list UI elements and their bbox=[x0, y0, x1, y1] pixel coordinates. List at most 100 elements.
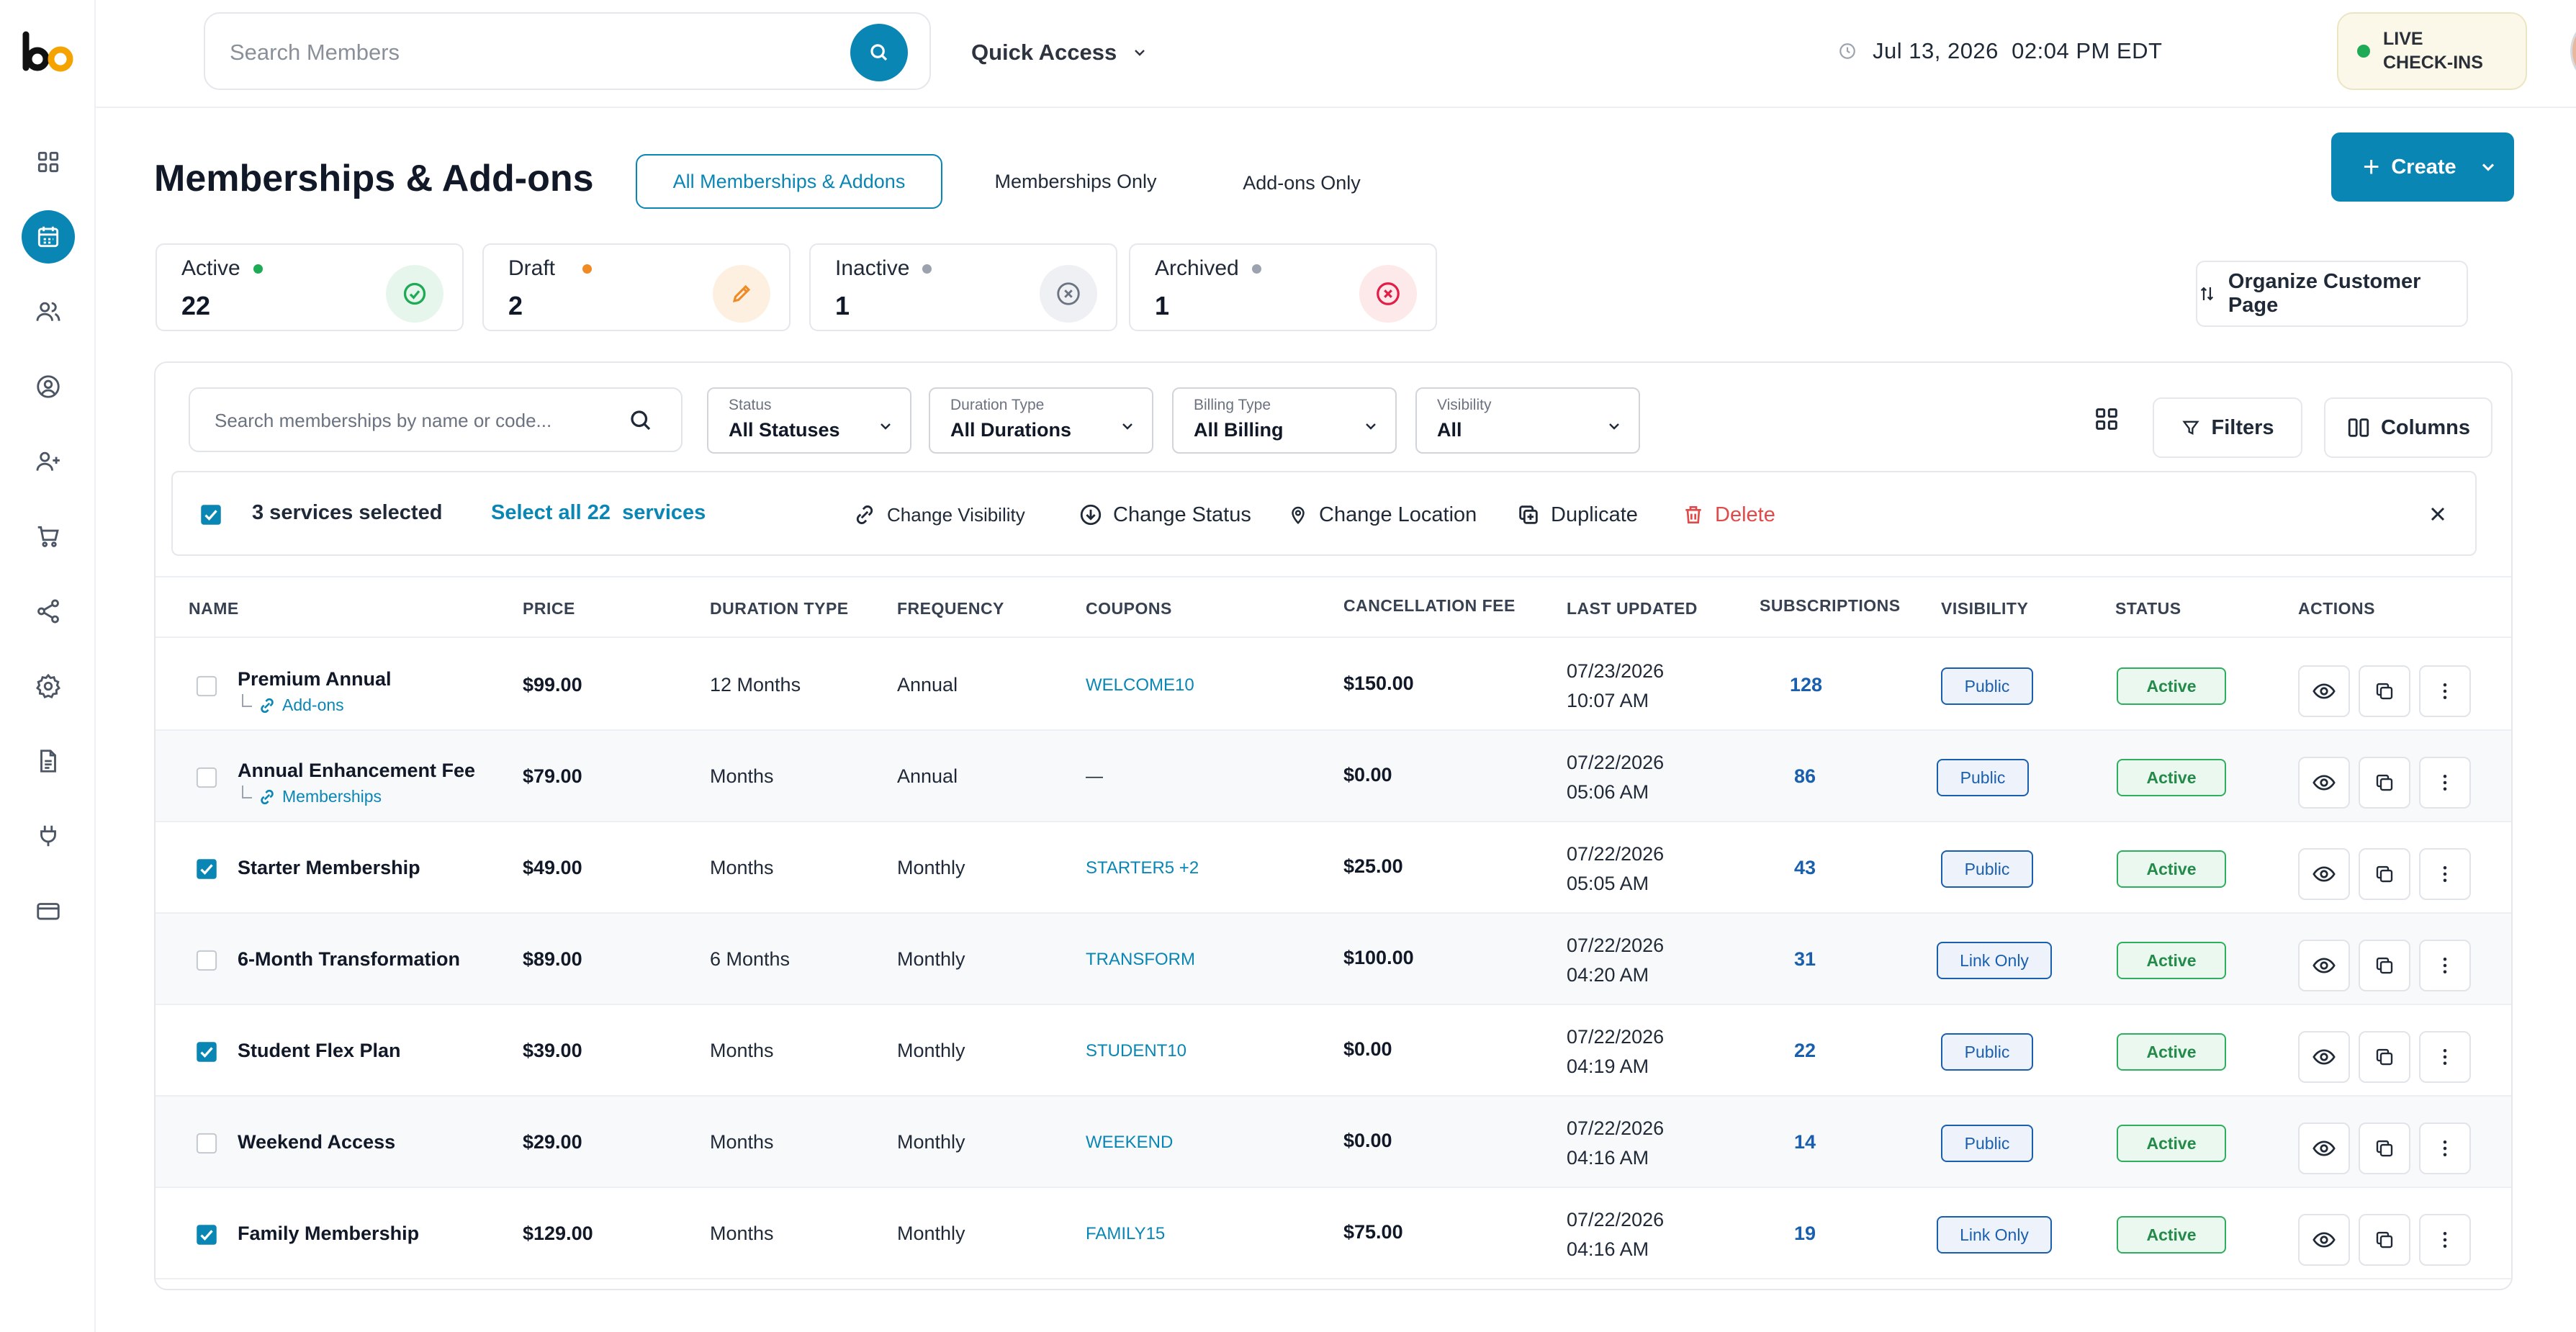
more-options-button[interactable] bbox=[2419, 848, 2471, 900]
copy-button[interactable] bbox=[2359, 1214, 2410, 1266]
change-location-button[interactable]: Change Location bbox=[1287, 497, 1477, 533]
document-icon[interactable] bbox=[22, 734, 75, 788]
table-row[interactable]: Student Flex Plan $39.00 Months Monthly STUD… bbox=[156, 1005, 2511, 1097]
parent-link[interactable]: Add-ons bbox=[242, 693, 344, 715]
delete-button[interactable]: Delete bbox=[1682, 497, 1775, 533]
row-checkbox[interactable] bbox=[196, 675, 217, 697]
status-badge[interactable]: Active bbox=[2117, 942, 2226, 979]
more-options-button[interactable] bbox=[2419, 1214, 2471, 1266]
user-circle-icon[interactable] bbox=[22, 360, 75, 413]
quick-access-dropdown[interactable]: Quick Access bbox=[971, 35, 1148, 71]
status-filter-select[interactable]: Status All Statuses bbox=[707, 387, 911, 454]
columns-button[interactable]: Columns bbox=[2324, 397, 2492, 458]
stat-card-inactive[interactable]: Inactive 1 bbox=[809, 243, 1117, 331]
row-checkbox[interactable] bbox=[196, 950, 217, 971]
table-row[interactable]: Premium Annual Add-ons $99.00 12 Months Annu… bbox=[156, 639, 2511, 731]
coupon-link[interactable]: TRANSFORM bbox=[1086, 950, 1195, 970]
copy-button[interactable] bbox=[2359, 940, 2410, 991]
service-name[interactable]: Family Membership bbox=[238, 1223, 419, 1245]
service-name[interactable]: Premium Annual bbox=[238, 668, 392, 690]
row-checkbox[interactable] bbox=[196, 1041, 217, 1063]
subscriptions-count[interactable]: 19 bbox=[1794, 1223, 1816, 1245]
parent-link[interactable]: Memberships bbox=[242, 785, 382, 806]
column-header-cancellation-fee[interactable]: CANCELLATION FEE bbox=[1343, 596, 1516, 616]
live-checkins-button[interactable]: LIVE CHECK-INS bbox=[2337, 12, 2527, 90]
tab-memberships-only[interactable]: Memberships Only bbox=[969, 154, 1182, 209]
subscriptions-count[interactable]: 31 bbox=[1794, 948, 1816, 971]
more-options-button[interactable] bbox=[2419, 665, 2471, 717]
grid-view-icon[interactable] bbox=[2092, 405, 2121, 433]
visibility-badge[interactable]: Public bbox=[1937, 759, 2029, 796]
chevron-down-icon[interactable] bbox=[2478, 157, 2498, 177]
subscriptions-count[interactable]: 43 bbox=[1794, 857, 1816, 879]
status-badge[interactable]: Active bbox=[2117, 1125, 2226, 1162]
subscriptions-count[interactable]: 14 bbox=[1794, 1131, 1816, 1153]
column-header-visibility[interactable]: VISIBILITY bbox=[1941, 599, 2028, 618]
view-button[interactable] bbox=[2298, 1122, 2350, 1174]
calendar-icon[interactable] bbox=[22, 210, 75, 264]
filters-button[interactable]: Filters bbox=[2153, 397, 2302, 458]
row-checkbox[interactable] bbox=[196, 1133, 217, 1154]
member-search-input[interactable] bbox=[230, 35, 806, 70]
change-visibility-button[interactable]: Change Visibility bbox=[852, 497, 1025, 533]
copy-button[interactable] bbox=[2359, 1031, 2410, 1083]
dashboard-icon[interactable] bbox=[22, 135, 75, 189]
row-checkbox[interactable] bbox=[196, 1224, 217, 1246]
visibility-filter-select[interactable]: Visibility All bbox=[1415, 387, 1640, 454]
column-header-subscriptions[interactable]: SUBSCRIPTIONS bbox=[1760, 596, 1901, 616]
view-button[interactable] bbox=[2298, 757, 2350, 809]
users-icon[interactable] bbox=[22, 285, 75, 338]
select-all-link[interactable]: Select all 22 services bbox=[491, 501, 706, 525]
status-badge[interactable]: Active bbox=[2117, 850, 2226, 888]
table-row[interactable]: 6-Month Transformation $89.00 6 Months Mont… bbox=[156, 914, 2511, 1005]
service-name[interactable]: Annual Enhancement Fee bbox=[238, 760, 475, 782]
column-header-price[interactable]: PRICE bbox=[523, 599, 575, 618]
more-options-button[interactable] bbox=[2419, 1122, 2471, 1174]
plug-icon[interactable] bbox=[22, 809, 75, 863]
visibility-badge[interactable]: Public bbox=[1941, 850, 2033, 888]
more-options-button[interactable] bbox=[2419, 757, 2471, 809]
service-name[interactable]: Student Flex Plan bbox=[238, 1040, 401, 1062]
copy-button[interactable] bbox=[2359, 665, 2410, 717]
visibility-badge[interactable]: Link Only bbox=[1937, 942, 2052, 979]
copy-button[interactable] bbox=[2359, 757, 2410, 809]
duplicate-button[interactable]: Duplicate bbox=[1516, 497, 1638, 533]
change-status-button[interactable]: Change Status bbox=[1078, 497, 1251, 533]
more-options-button[interactable] bbox=[2419, 1031, 2471, 1083]
subscriptions-count[interactable]: 128 bbox=[1790, 674, 1822, 696]
table-row[interactable]: Starter Membership $49.00 Months Monthly STA… bbox=[156, 822, 2511, 914]
duration-filter-select[interactable]: Duration Type All Durations bbox=[929, 387, 1153, 454]
cart-icon[interactable] bbox=[22, 510, 75, 563]
search-icon[interactable] bbox=[628, 408, 654, 433]
coupon-link[interactable]: WELCOME10 bbox=[1086, 675, 1194, 696]
service-name[interactable]: Starter Membership bbox=[238, 857, 420, 879]
column-header-name[interactable]: NAME bbox=[189, 599, 239, 618]
visibility-badge[interactable]: Public bbox=[1941, 1125, 2033, 1162]
coupon-link[interactable]: FAMILY15 bbox=[1086, 1224, 1165, 1244]
column-header-duration-type[interactable]: DURATION TYPE bbox=[710, 599, 849, 618]
tab-all-memberships-addons[interactable]: All Memberships & Addons bbox=[636, 154, 942, 209]
status-badge[interactable]: Active bbox=[2117, 1033, 2226, 1071]
status-badge[interactable]: Active bbox=[2117, 1216, 2226, 1254]
visibility-badge[interactable]: Link Only bbox=[1937, 1216, 2052, 1254]
coupon-link[interactable]: STUDENT10 bbox=[1086, 1041, 1186, 1061]
column-header-coupons[interactable]: COUPONS bbox=[1086, 599, 1172, 618]
status-badge[interactable]: Active bbox=[2117, 667, 2226, 705]
visibility-badge[interactable]: Public bbox=[1941, 1033, 2033, 1071]
search-button[interactable] bbox=[850, 24, 908, 81]
service-name[interactable]: Weekend Access bbox=[238, 1131, 395, 1153]
stat-card-archived[interactable]: Archived 1 bbox=[1129, 243, 1437, 331]
stat-card-draft[interactable]: Draft 2 bbox=[482, 243, 791, 331]
coupon-link[interactable]: STARTER5 +2 bbox=[1086, 858, 1199, 878]
view-button[interactable] bbox=[2298, 665, 2350, 717]
copy-button[interactable] bbox=[2359, 1122, 2410, 1174]
select-all-checkbox[interactable] bbox=[200, 504, 222, 526]
stat-card-active[interactable]: Active 22 bbox=[156, 243, 464, 331]
visibility-badge[interactable]: Public bbox=[1941, 667, 2033, 705]
column-header-status[interactable]: STATUS bbox=[2115, 599, 2181, 618]
coupon-link[interactable]: WEEKEND bbox=[1086, 1133, 1173, 1153]
view-button[interactable] bbox=[2298, 1214, 2350, 1266]
service-name[interactable]: 6-Month Transformation bbox=[238, 948, 460, 971]
tab-addons-only[interactable]: Add-ons Only bbox=[1210, 156, 1394, 210]
column-header-last-updated[interactable]: LAST UPDATED bbox=[1567, 599, 1698, 618]
